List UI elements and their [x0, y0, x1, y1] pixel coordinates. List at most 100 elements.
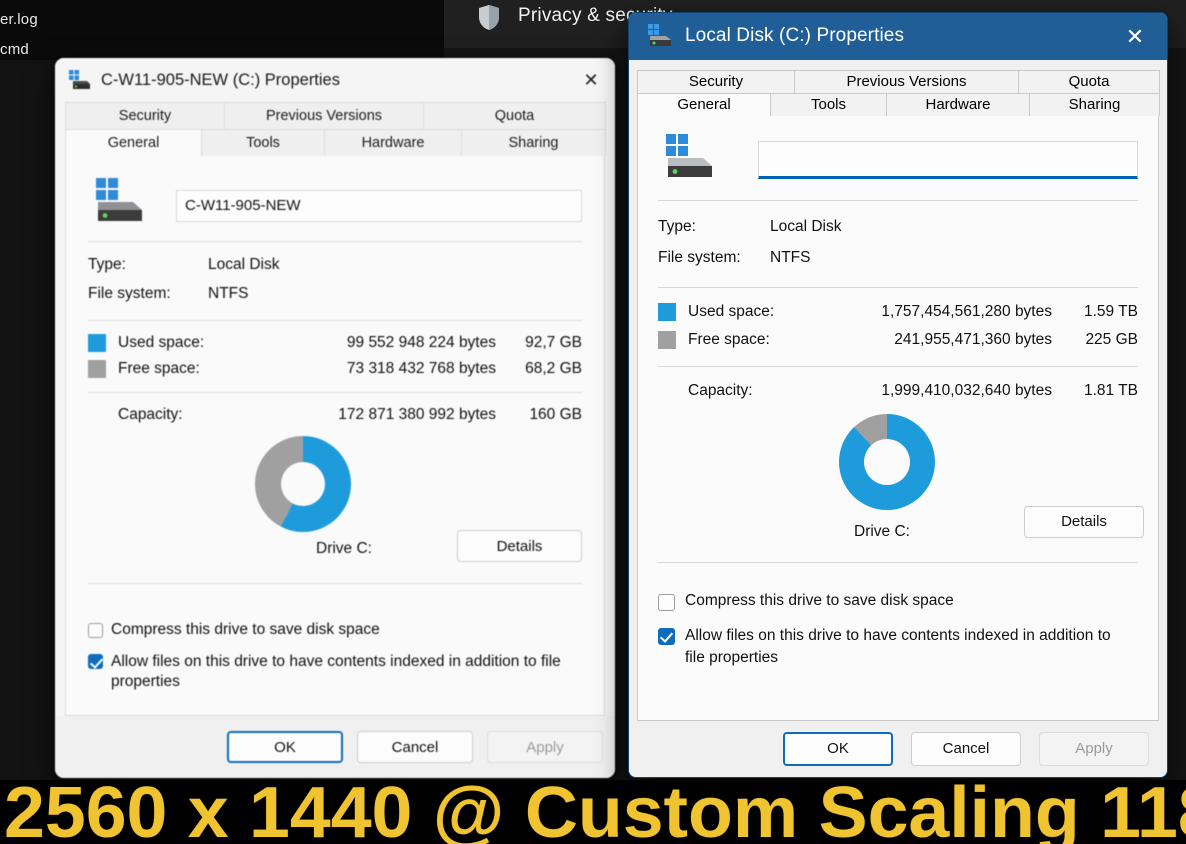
- left-donut-area: Drive C: Details: [88, 436, 582, 566]
- right-dialog-title: Local Disk (C:) Properties: [685, 25, 905, 47]
- filesystem-label: File system:: [658, 248, 741, 266]
- index-checkbox[interactable]: [658, 627, 675, 645]
- tab-quota[interactable]: Quota: [423, 102, 606, 129]
- volume-name-value: [759, 142, 1137, 154]
- drive-letter-label: Drive C:: [316, 540, 372, 557]
- properties-dialog-left[interactable]: C-W11-905-NEW (C:) Properties ✕ Security…: [55, 58, 615, 778]
- tab-tools[interactable]: Tools: [770, 92, 887, 116]
- left-titlebar[interactable]: C-W11-905-NEW (C:) Properties ✕: [55, 58, 615, 102]
- compress-checkbox-row[interactable]: Compress this drive to save disk space: [658, 592, 1138, 611]
- cancel-button[interactable]: Cancel: [357, 731, 473, 763]
- ok-button[interactable]: OK: [783, 731, 893, 766]
- left-separator-2: [88, 320, 582, 321]
- volume-name-input[interactable]: [758, 140, 1138, 179]
- left-type-row: Type: Local Disk: [88, 256, 582, 274]
- tab-security[interactable]: Security: [65, 102, 225, 129]
- apply-button: Apply: [1039, 731, 1149, 766]
- free-space-swatch: [88, 360, 106, 378]
- index-checkbox-label: Allow files on this drive to have conten…: [111, 653, 561, 690]
- cancel-button[interactable]: Cancel: [911, 731, 1021, 766]
- free-space-label: Free space:: [688, 330, 770, 348]
- close-icon[interactable]: ✕: [567, 58, 615, 102]
- filesystem-value: NTFS: [770, 248, 811, 266]
- index-checkbox-row[interactable]: Allow files on this drive to have conten…: [658, 625, 1138, 669]
- left-separator-3: [88, 392, 582, 393]
- right-type-row: Type: Local Disk: [658, 218, 1138, 236]
- used-space-swatch: [88, 334, 106, 352]
- right-separator-1: [658, 199, 1138, 201]
- index-checkbox-label: Allow files on this drive to have conten…: [685, 626, 1111, 666]
- left-dialog-title: C-W11-905-NEW (C:) Properties: [101, 70, 340, 89]
- background-log-filename: er.log: [0, 11, 38, 28]
- tab-general[interactable]: General: [637, 92, 771, 116]
- tab-hardware[interactable]: Hardware: [886, 92, 1030, 116]
- capacity-bytes: 172 871 380 992 bytes: [338, 406, 496, 423]
- hard-drive-icon: [666, 133, 712, 177]
- background-cmd-text: cmd: [0, 41, 29, 58]
- ok-button[interactable]: OK: [227, 731, 343, 763]
- filesystem-label: File system:: [88, 285, 171, 302]
- capacity-label: Capacity:: [118, 406, 183, 423]
- type-label: Type:: [658, 217, 696, 235]
- tab-previous-versions[interactable]: Previous Versions: [224, 102, 424, 129]
- hard-drive-icon: [648, 24, 671, 47]
- left-separator-4: [88, 583, 582, 584]
- right-used-space-row: Used space: 1,757,454,561,280 bytes 1.59…: [658, 302, 1138, 321]
- compress-checkbox-row[interactable]: Compress this drive to save disk space: [88, 621, 582, 639]
- compress-checkbox[interactable]: [658, 593, 675, 611]
- filesystem-value: NTFS: [208, 285, 249, 302]
- capacity-spacer: [658, 382, 676, 400]
- left-general-pane: C-W11-905-NEW Type: Local Disk File syst…: [65, 156, 605, 716]
- details-button[interactable]: Details: [1024, 505, 1144, 538]
- tab-previous-versions[interactable]: Previous Versions: [794, 69, 1019, 93]
- type-value: Local Disk: [208, 256, 280, 273]
- right-tab-row-1: Security Previous Versions Quota: [637, 69, 1160, 93]
- right-footer: OK Cancel Apply: [629, 720, 1167, 777]
- tab-quota[interactable]: Quota: [1018, 69, 1160, 93]
- index-checkbox-row[interactable]: Allow files on this drive to have conten…: [88, 652, 582, 692]
- compress-checkbox-label: Compress this drive to save disk space: [685, 591, 954, 609]
- right-separator-3: [658, 365, 1138, 367]
- right-free-space-row: Free space: 241,955,471,360 bytes 225 GB: [658, 330, 1138, 349]
- capacity-spacer: [88, 406, 106, 424]
- resolution-banner-text: 2560 x 1440 @ Custom Scaling 118%: [4, 780, 1186, 844]
- hard-drive-icon: [96, 178, 142, 221]
- compress-checkbox[interactable]: [88, 623, 103, 638]
- free-space-human: 68,2 GB: [525, 360, 582, 377]
- properties-dialog-right[interactable]: Local Disk (C:) Properties ✕ Security Pr…: [628, 12, 1168, 778]
- used-space-label: Used space:: [118, 334, 205, 351]
- free-space-label: Free space:: [118, 360, 200, 377]
- left-capacity-row: Capacity: 172 871 380 992 bytes 160 GB: [88, 406, 582, 424]
- free-space-swatch: [658, 330, 676, 349]
- capacity-label: Capacity:: [688, 381, 753, 399]
- right-filesystem-row: File system: NTFS: [658, 249, 1138, 267]
- tab-general[interactable]: General: [65, 129, 202, 156]
- tab-sharing[interactable]: Sharing: [461, 129, 606, 156]
- shield-icon: [479, 5, 499, 30]
- volume-name-input[interactable]: C-W11-905-NEW: [176, 190, 582, 222]
- resolution-banner: 2560 x 1440 @ Custom Scaling 118%: [0, 780, 1186, 844]
- background-left-panel: [0, 0, 444, 60]
- capacity-human: 1.81 TB: [1083, 381, 1138, 399]
- index-checkbox[interactable]: [88, 654, 103, 669]
- details-button[interactable]: Details: [457, 530, 582, 562]
- tab-tools[interactable]: Tools: [201, 129, 325, 156]
- tab-hardware[interactable]: Hardware: [324, 129, 462, 156]
- used-space-label: Used space:: [688, 302, 775, 320]
- tab-security[interactable]: Security: [637, 69, 795, 93]
- type-label: Type:: [88, 256, 126, 273]
- left-volume-header: C-W11-905-NEW: [88, 176, 582, 224]
- hard-drive-icon: [69, 70, 90, 89]
- left-separator-1: [88, 241, 582, 242]
- used-space-swatch: [658, 302, 676, 321]
- capacity-human: 160 GB: [529, 406, 582, 423]
- right-titlebar[interactable]: Local Disk (C:) Properties ✕: [629, 13, 1167, 60]
- right-capacity-row: Capacity: 1,999,410,032,640 bytes 1.81 T…: [658, 382, 1138, 400]
- left-tabstrip: Security Previous Versions Quota General…: [55, 102, 615, 156]
- left-used-space-row: Used space: 99 552 948 224 bytes 92,7 GB: [88, 334, 582, 352]
- left-tab-row-2: General Tools Hardware Sharing: [65, 129, 606, 156]
- close-icon[interactable]: ✕: [1111, 13, 1159, 61]
- right-donut-area: Drive C: Details: [658, 413, 1144, 548]
- tab-sharing[interactable]: Sharing: [1029, 92, 1160, 116]
- type-value: Local Disk: [770, 217, 842, 235]
